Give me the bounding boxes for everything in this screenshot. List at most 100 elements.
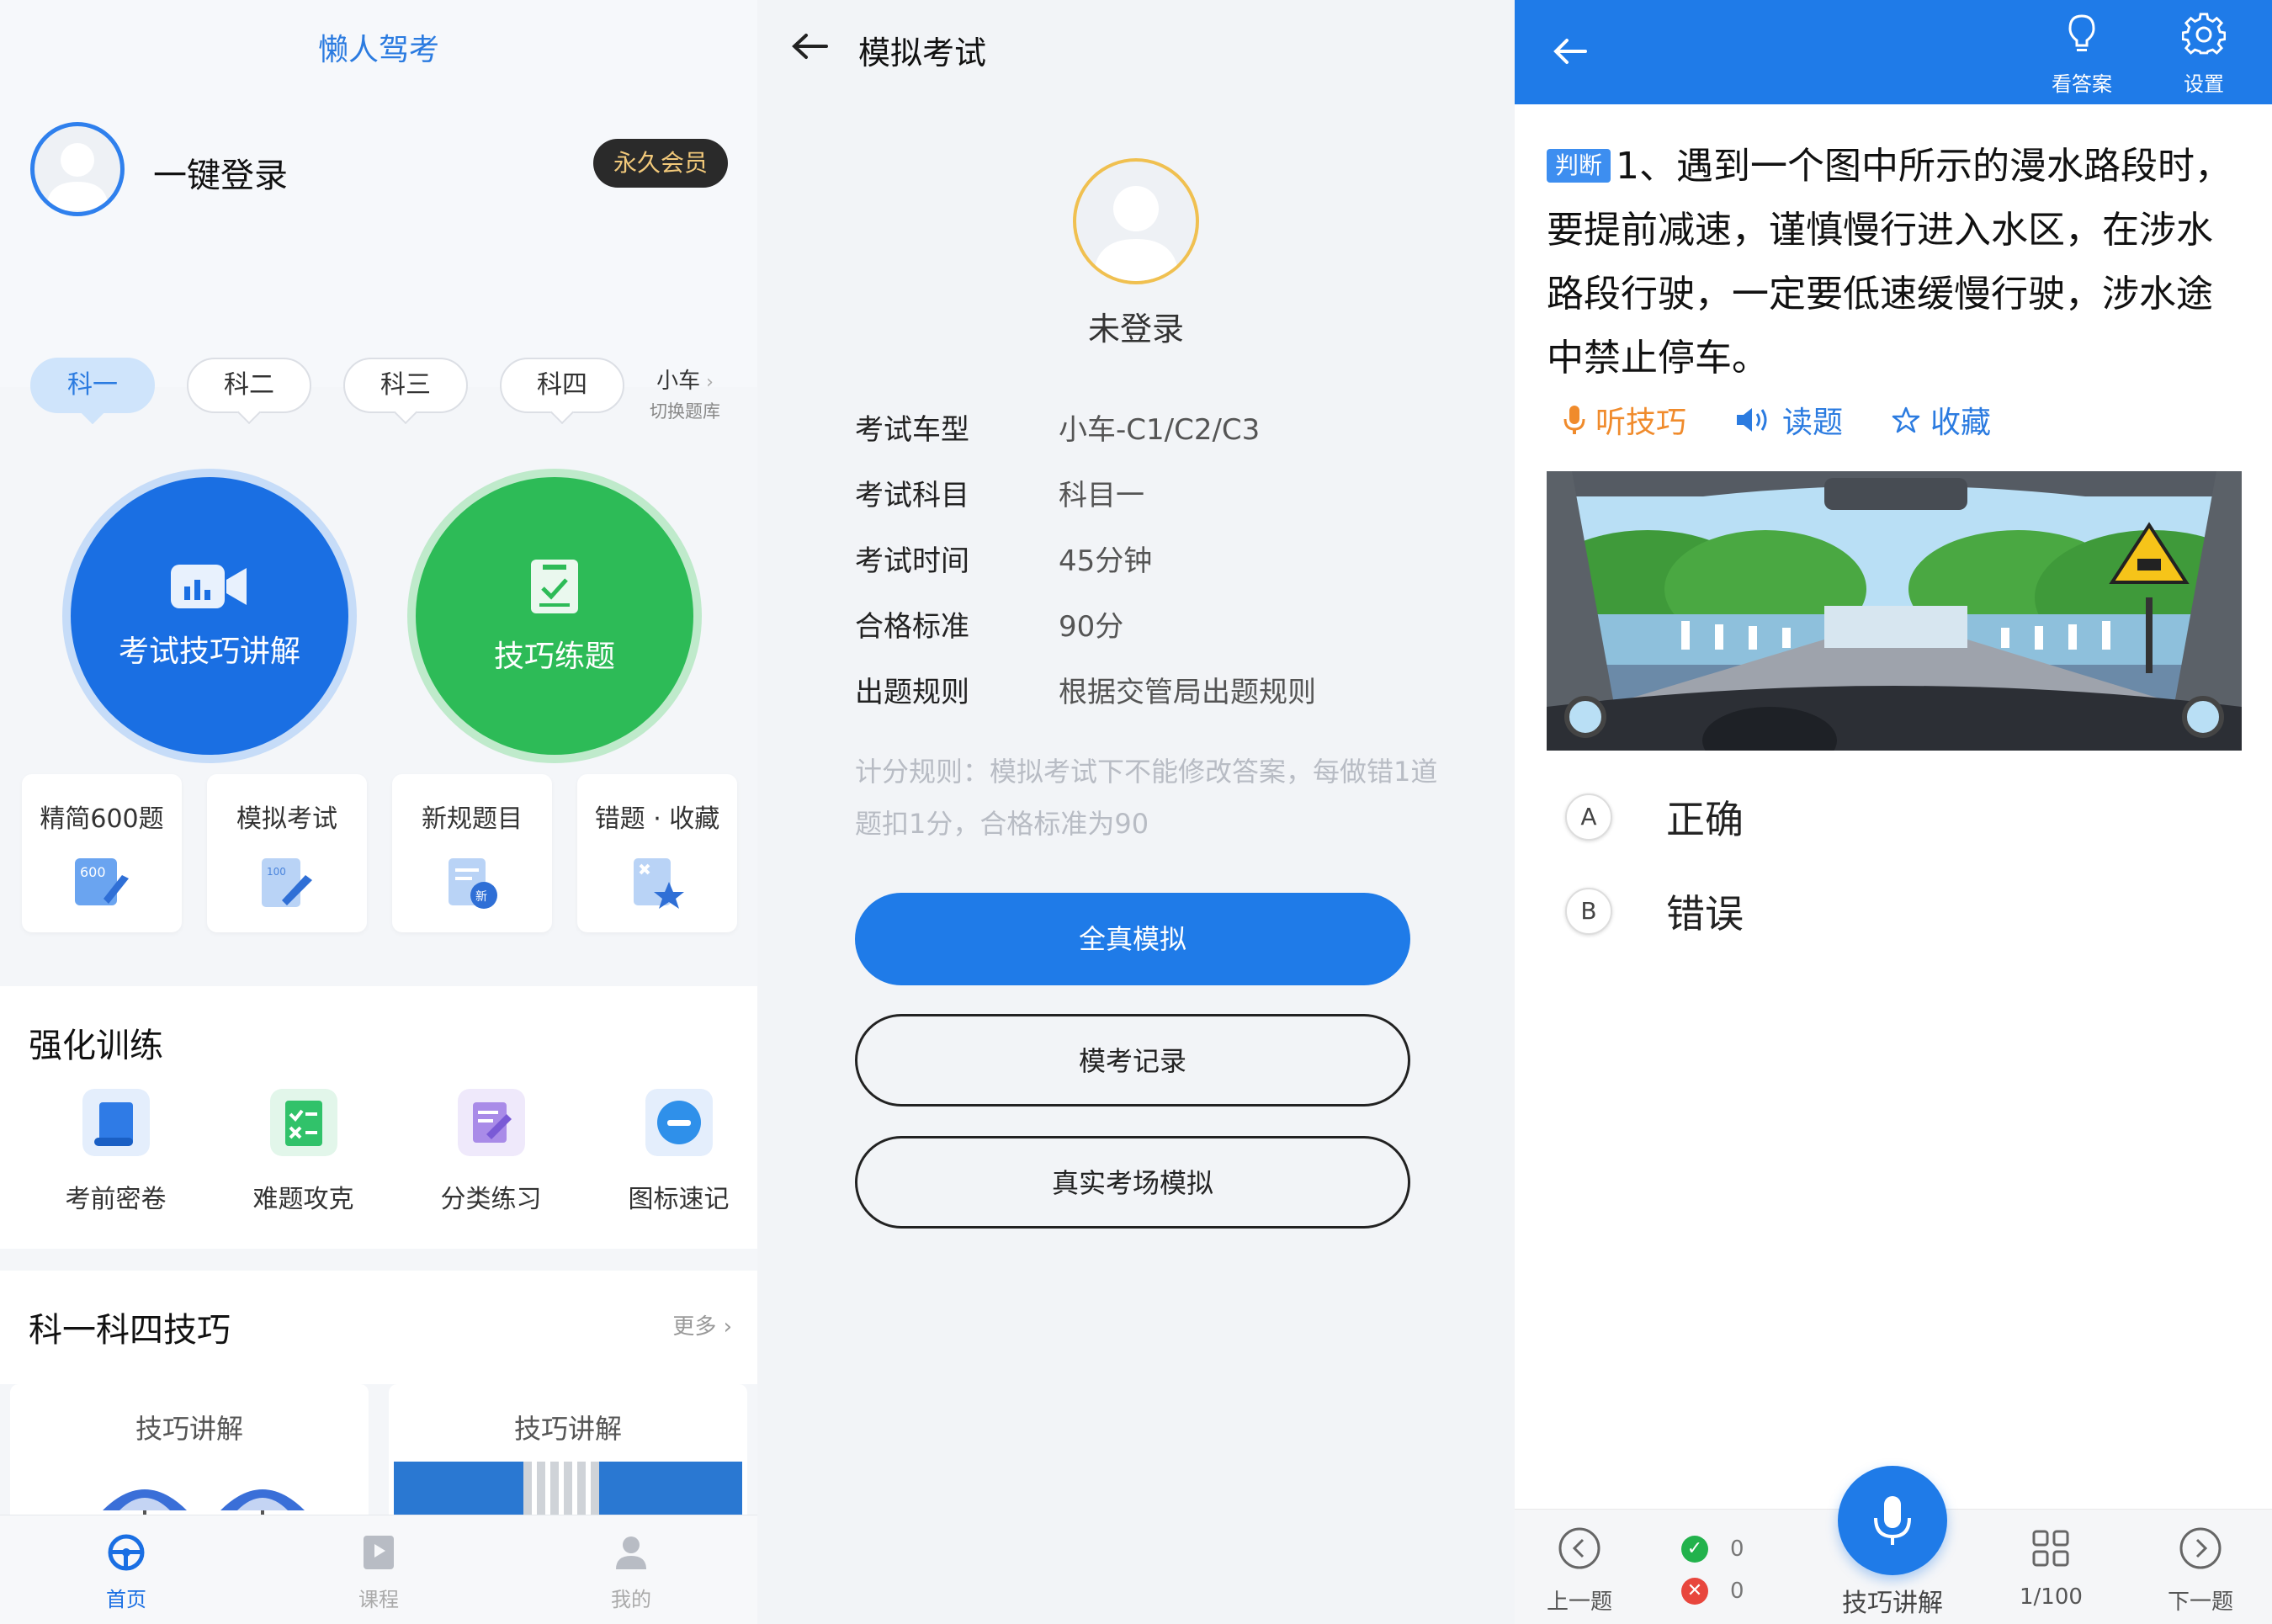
tips-voice-button[interactable] (1838, 1466, 1947, 1575)
tab-subject-4[interactable]: 科四 (500, 358, 624, 413)
tab-mine[interactable]: 我的 (505, 1515, 757, 1624)
info-key: 考试科目 (855, 479, 969, 512)
avatar[interactable] (1073, 158, 1199, 284)
chevron-right-icon: › (700, 372, 714, 393)
info-row: 考试时间 45分钟 (855, 538, 1316, 603)
listen-tips-label: 听技巧 (1595, 406, 1687, 440)
checklist-icon (269, 1089, 337, 1156)
tip-card-title: 技巧讲解 (513, 1413, 622, 1445)
intensive-training-section: 强化训练 考前密卷 难题攻克 分类练习 图标速记 (0, 986, 757, 1249)
option-letter: A (1565, 793, 1612, 841)
feature-new-rules[interactable]: 新规题目 新 (392, 774, 552, 932)
training-sign-memo[interactable]: 图标速记 (585, 1089, 757, 1215)
login-button[interactable]: 一键登录 (153, 148, 288, 197)
svg-text:新: 新 (475, 890, 487, 904)
tab-label: 首页 (106, 1588, 146, 1611)
show-answer-label: 看答案 (2052, 72, 2112, 96)
car-type-label: 小车 (656, 369, 701, 394)
exam-tips-label: 考试技巧讲解 (118, 634, 300, 669)
info-value: 根据交管局出题规则 (1059, 676, 1316, 709)
mock-exam-panel: 模拟考试 未登录 考试车型 小车-C1/C2/C3 考试科目 科目一 考试时间 45分… (757, 0, 1515, 1624)
chevron-left-circle-icon (1558, 1527, 1600, 1569)
subject-tabs: 科一 科二 科三 科四 (30, 358, 624, 413)
training-exam-paper[interactable]: 考前密卷 (22, 1089, 210, 1215)
wrong-star-icon (634, 858, 684, 909)
tips-practice-label: 技巧练题 (493, 640, 615, 674)
feature-600[interactable]: 精简600题 600 (22, 774, 182, 932)
real-venue-simulation-button[interactable]: 真实考场模拟 (855, 1136, 1410, 1229)
correct-check-icon: ✓ (1681, 1536, 1708, 1563)
exam-paper-pen-icon: 100 (262, 858, 312, 907)
favorite-button[interactable]: 收藏 (1892, 398, 1991, 442)
chevron-right-circle-icon (2179, 1527, 2222, 1569)
course-play-icon (364, 1536, 394, 1569)
feature-mock-exam[interactable]: 模拟考试 100 (207, 774, 367, 932)
tab-subject-3[interactable]: 科三 (343, 358, 468, 413)
person-icon (616, 1536, 646, 1569)
tab-course[interactable]: 课程 (252, 1515, 505, 1624)
show-answer-button[interactable]: 看答案 (2052, 12, 2112, 97)
training-label: 图标速记 (628, 1185, 730, 1214)
wrong-cross-icon: ✕ (1681, 1578, 1708, 1605)
lightbulb-icon (2068, 14, 2095, 51)
info-row: 出题规则 根据交管局出题规则 (855, 669, 1316, 735)
feature-label: 新规题目 (422, 804, 523, 834)
question-header: 看答案 设置 (1515, 0, 2272, 104)
prev-question-button[interactable]: 上一题 (1547, 1526, 1612, 1616)
microphone-icon (1563, 406, 1585, 434)
app-title: 懒人驾考 (317, 33, 439, 67)
feature-wrong-favorites[interactable]: 错题 · 收藏 (577, 774, 737, 932)
gear-icon (2181, 13, 2227, 55)
switch-bank-label: 切换题库 (650, 401, 720, 422)
chevron-right-icon: › (716, 1314, 732, 1340)
training-hard-questions[interactable]: 难题攻克 (210, 1089, 397, 1215)
training-label: 难题攻克 (252, 1185, 354, 1214)
option-a[interactable]: A 正确 (1565, 789, 1744, 845)
tips-voice-label: 技巧讲解 (1842, 1589, 1943, 1618)
switch-bank-button[interactable]: 小车 › 切换题库 (650, 364, 720, 423)
exam-info-table: 考试车型 小车-C1/C2/C3 考试科目 科目一 考试时间 45分钟 合格标准 90分… (855, 406, 1316, 735)
option-text: 错误 (1666, 891, 1744, 937)
back-arrow-icon[interactable] (1550, 30, 1592, 72)
prev-question-label: 上一题 (1547, 1590, 1613, 1615)
option-b[interactable]: B 错误 (1565, 884, 1744, 939)
tab-subject-1[interactable]: 科一 (30, 358, 155, 413)
tips-practice-button[interactable]: 技巧练题 (416, 477, 693, 755)
more-link[interactable]: 更多 › (672, 1309, 732, 1340)
question-type-tag: 判断 (1547, 149, 1611, 183)
next-question-button[interactable]: 下一题 (2168, 1526, 2233, 1616)
correct-count: 0 (1730, 1536, 1744, 1562)
page-title: 模拟考试 (858, 34, 987, 72)
full-simulation-button[interactable]: 全真模拟 (855, 893, 1410, 985)
avatar[interactable] (30, 122, 125, 216)
tab-subject-2[interactable]: 科二 (187, 358, 311, 413)
tab-label: 课程 (358, 1588, 399, 1611)
tab-home[interactable]: 首页 (0, 1515, 252, 1624)
answer-sheet-button[interactable]: 1/100 (2020, 1526, 2083, 1610)
settings-button[interactable]: 设置 (2181, 12, 2227, 97)
exam-record-button[interactable]: 模考记录 (855, 1014, 1410, 1107)
grid-icon (2032, 1530, 2069, 1567)
score-counter[interactable]: ✓ 0 ✕ 0 (1681, 1528, 1744, 1612)
steering-wheel-icon (108, 1534, 145, 1571)
info-row: 合格标准 90分 (855, 603, 1316, 669)
info-value: 45分钟 (1059, 544, 1153, 578)
exam-tips-button[interactable]: 考试技巧讲解 (71, 477, 348, 755)
favorite-label: 收藏 (1930, 406, 1992, 440)
video-camera-icon (171, 565, 247, 608)
info-value: 90分 (1059, 610, 1124, 644)
sign-icon (645, 1089, 713, 1156)
edit-note-icon (457, 1089, 525, 1156)
read-question-button[interactable]: 读题 (1735, 398, 1843, 442)
info-key: 合格标准 (855, 610, 969, 644)
settings-label: 设置 (2184, 72, 2224, 96)
more-label: 更多 (672, 1314, 717, 1340)
feature-label: 模拟考试 (236, 804, 337, 834)
vip-badge[interactable]: 永久会员 (593, 139, 728, 188)
training-label: 考前密卷 (65, 1185, 167, 1214)
listen-tips-button[interactable]: 听技巧 (1563, 398, 1686, 442)
star-outline-icon (1892, 406, 1920, 433)
back-arrow-icon[interactable] (788, 25, 835, 67)
training-category[interactable]: 分类练习 (397, 1089, 585, 1215)
clipboard-check-icon (531, 560, 578, 613)
